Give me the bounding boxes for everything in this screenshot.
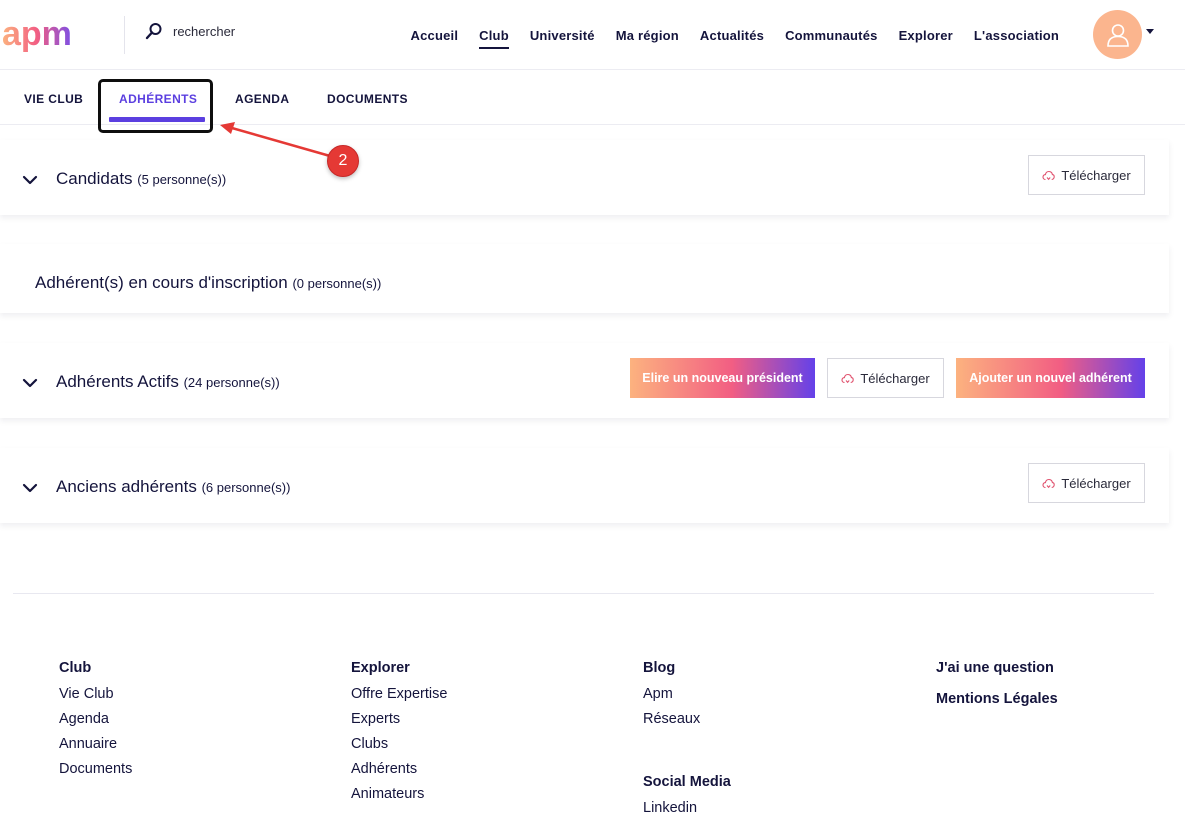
cloud-download-icon [841, 373, 855, 383]
footer-divider [13, 593, 1154, 594]
section-adherents-actifs: Adhérents Actifs (24 personne(s)) Elire … [0, 343, 1169, 418]
nav-association[interactable]: L'association [974, 28, 1059, 43]
footer-link-animateurs[interactable]: Animateurs [351, 786, 447, 802]
download-label: Télécharger [860, 370, 930, 386]
user-avatar[interactable] [1093, 10, 1142, 59]
section-en-cours: Adhérent(s) en cours d'inscription (0 pe… [0, 244, 1169, 313]
section-title-text: Adhérents Actifs [56, 372, 179, 391]
section-count: (5 personne(s)) [137, 172, 227, 187]
search-icon [145, 23, 162, 40]
footer-col-explorer: Explorer Offre Expertise Experts Clubs A… [351, 660, 447, 811]
footer-heading[interactable]: Social Media [643, 774, 731, 790]
footer-col-misc: J'ai une question Mentions Légales [936, 660, 1058, 717]
tab-agenda[interactable]: AGENDA [235, 92, 289, 106]
footer-heading[interactable]: Club [59, 660, 132, 676]
nav-accueil[interactable]: Accueil [411, 28, 459, 43]
footer-link-documents[interactable]: Documents [59, 761, 132, 777]
search-placeholder[interactable]: rechercher [173, 24, 235, 39]
section-title-text: Candidats [56, 169, 133, 188]
footer-link-reseaux[interactable]: Réseaux [643, 711, 700, 727]
nav-club[interactable]: Club [479, 28, 509, 49]
footer-col-blog: Blog Apm Réseaux [643, 660, 700, 736]
cloud-download-icon [1042, 170, 1056, 180]
footer-col-club: Club Vie Club Agenda Annuaire Documents [59, 660, 132, 786]
chevron-down-icon[interactable] [22, 174, 38, 186]
chevron-down-icon[interactable] [22, 377, 38, 389]
elect-president-button[interactable]: Elire un nouveau président [630, 358, 815, 398]
section-title: Adhérent(s) en cours d'inscription (0 pe… [35, 273, 381, 293]
annotation-highlight-box [98, 79, 213, 133]
tab-documents[interactable]: DOCUMENTS [327, 92, 408, 106]
section-anciens-adherents: Anciens adhérents (6 personne(s)) Téléch… [0, 448, 1169, 523]
footer-link-agenda[interactable]: Agenda [59, 711, 132, 727]
add-member-button[interactable]: Ajouter un nouvel adhérent [956, 358, 1145, 398]
footer-link-linkedin[interactable]: Linkedin [643, 800, 731, 816]
chevron-down-icon[interactable] [1146, 29, 1154, 34]
apm-logo[interactable]: apm [2, 14, 102, 54]
nav-actualites[interactable]: Actualités [700, 28, 764, 43]
nav-ma-region[interactable]: Ma région [616, 28, 679, 43]
download-label: Télécharger [1061, 167, 1131, 183]
nav-universite[interactable]: Université [530, 28, 595, 43]
nav-explorer[interactable]: Explorer [899, 28, 953, 43]
user-icon [1106, 23, 1129, 47]
section-title: Candidats (5 personne(s)) [56, 169, 226, 189]
section-title-text: Anciens adhérents [56, 477, 197, 496]
header-divider [124, 16, 125, 54]
footer-link-adherents[interactable]: Adhérents [351, 761, 447, 777]
section-count: (0 personne(s)) [292, 276, 382, 291]
footer-link-clubs[interactable]: Clubs [351, 736, 447, 752]
nav-communautes[interactable]: Communautés [785, 28, 878, 43]
tab-vie-club[interactable]: VIE CLUB [24, 92, 83, 106]
cloud-download-icon [1042, 478, 1056, 488]
footer-link-annuaire[interactable]: Annuaire [59, 736, 132, 752]
annotation-step-badge: 2 [327, 145, 359, 177]
main-nav: Accueil Club Université Ma région Actual… [400, 0, 1070, 70]
section-candidats: Candidats (5 personne(s)) Télécharger [0, 140, 1169, 215]
footer-link-vie-club[interactable]: Vie Club [59, 686, 132, 702]
footer-link-question[interactable]: J'ai une question [936, 660, 1058, 676]
footer-link-experts[interactable]: Experts [351, 711, 447, 727]
footer-link-mentions-legales[interactable]: Mentions Légales [936, 691, 1058, 707]
download-button[interactable]: Télécharger [827, 358, 944, 398]
footer-link-apm[interactable]: Apm [643, 686, 700, 702]
footer-link-offre-expertise[interactable]: Offre Expertise [351, 686, 447, 702]
section-title-text: Adhérent(s) en cours d'inscription [35, 273, 288, 292]
section-title: Adhérents Actifs (24 personne(s)) [56, 372, 280, 392]
section-count: (24 personne(s)) [183, 375, 280, 390]
download-button[interactable]: Télécharger [1028, 155, 1145, 195]
footer-heading[interactable]: Blog [643, 660, 700, 676]
download-label: Télécharger [1061, 475, 1131, 491]
section-count: (6 personne(s)) [201, 480, 291, 495]
chevron-down-icon[interactable] [22, 482, 38, 494]
svg-text:apm: apm [2, 15, 72, 53]
search-field[interactable]: rechercher [145, 20, 235, 42]
top-header: apm rechercher Accueil Club Université M… [0, 0, 1185, 70]
section-title: Anciens adhérents (6 personne(s)) [56, 477, 290, 497]
download-button[interactable]: Télécharger [1028, 463, 1145, 503]
footer-heading[interactable]: Explorer [351, 660, 447, 676]
footer-col-social: Social Media Linkedin [643, 774, 731, 823]
